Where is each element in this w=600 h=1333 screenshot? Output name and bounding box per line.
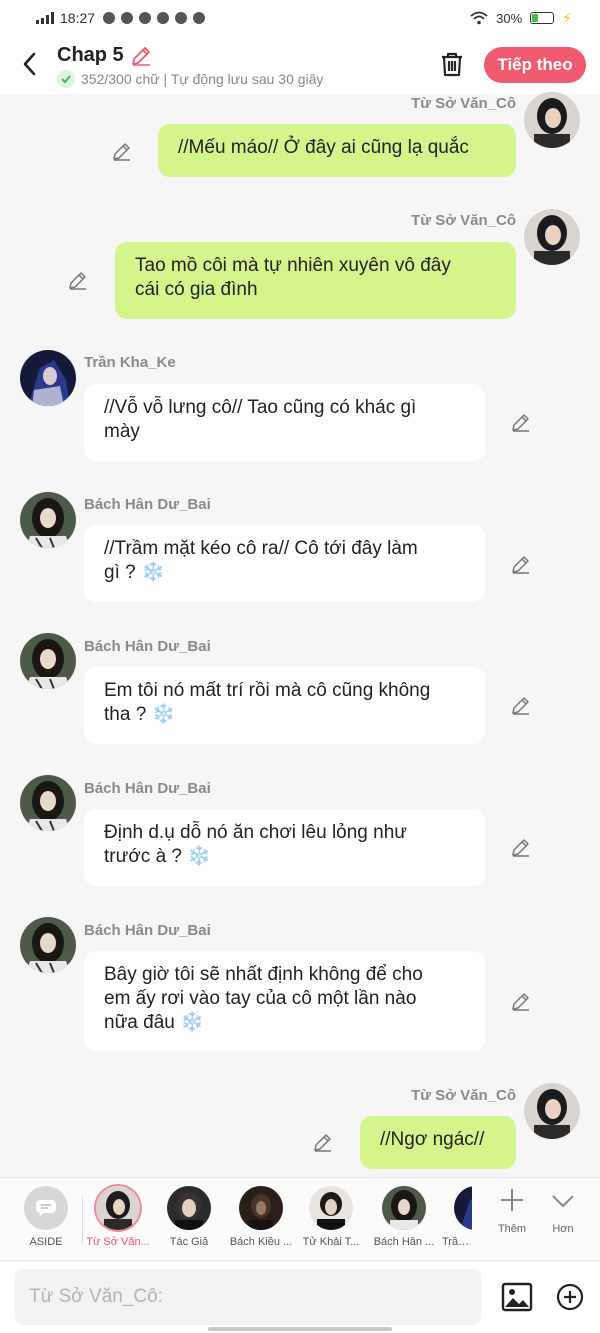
notification-icons: [103, 12, 206, 24]
message-text: //Ngơ ngác//: [380, 1129, 485, 1150]
message-input[interactable]: [15, 1269, 481, 1325]
message-text-line: //Vỗ vỗ lưng cô// Tao cũng có khác gì: [104, 397, 417, 418]
message-sender: Bách Hân Dư_Bai: [84, 780, 211, 797]
message-bubble[interactable]: //Trầm mặt kéo cô ra// Cô tới đây làm gì…: [84, 525, 485, 602]
message-text-line: gì ? ❄️: [104, 562, 165, 583]
avatar[interactable]: [20, 350, 76, 406]
editor-header: Chap 5 352/300 chữ | Tự động lưu sau 30 …: [0, 36, 600, 94]
pencil-icon[interactable]: [511, 991, 531, 1011]
battery-percent: 30%: [496, 10, 523, 26]
avatar: [96, 1186, 140, 1230]
character-item[interactable]: Tác Giả: [155, 1186, 223, 1248]
pencil-icon[interactable]: [68, 270, 88, 290]
message-bubble[interactable]: //Mếu máo// Ở đây ai cũng lạ quắc: [158, 124, 516, 177]
signal-icon: [36, 12, 54, 24]
message-text-line: em ấy rơi vào tay của cô một lần nào: [104, 988, 417, 1009]
character-selected[interactable]: Từ Sở Văn...: [84, 1186, 152, 1248]
message-sender: Bách Hân Dư_Bai: [84, 638, 211, 655]
avatar[interactable]: [524, 92, 580, 148]
input-bar: [0, 1262, 600, 1333]
message-bubble[interactable]: Bây giờ tôi sẽ nhất định không để cho em…: [84, 951, 485, 1051]
pencil-icon[interactable]: [313, 1132, 333, 1152]
pencil-icon[interactable]: [112, 141, 132, 161]
character-name: Bách Hân ...: [373, 1236, 435, 1248]
character-name: Tác Giả: [169, 1236, 209, 1248]
avatar[interactable]: [20, 492, 76, 548]
character-name: ASIDE: [29, 1236, 63, 1248]
autosave-status: 352/300 chữ | Tự động lưu sau 30 giây: [57, 70, 323, 88]
message-sender: Trần Kha_Ke: [84, 354, 176, 371]
message-text-line: Bây giờ tôi sẽ nhất định không để cho: [104, 964, 423, 985]
avatar[interactable]: [524, 1083, 580, 1139]
add-character-button[interactable]: Thêm: [487, 1186, 537, 1235]
pencil-icon[interactable]: [130, 45, 152, 67]
chapter-title[interactable]: Chap 5: [57, 44, 152, 67]
avatar[interactable]: [524, 209, 580, 265]
back-arrow-icon[interactable]: [18, 50, 42, 78]
chevron-down-icon: [552, 1195, 574, 1208]
battery-icon: [530, 12, 555, 24]
message-text-line: nữa đâu ❄️: [104, 1012, 204, 1033]
message-text-line: Em tôi nó mất trí rồi mà cô cũng không: [104, 680, 431, 701]
add-label: Thêm: [497, 1223, 527, 1235]
message-text-line: tha ? ❄️: [104, 704, 176, 725]
status-time: 18:27: [60, 10, 96, 26]
plus-icon: [501, 1189, 523, 1211]
avatar[interactable]: [20, 633, 76, 689]
charging-icon: ⚡: [562, 9, 572, 26]
message-text-line: Tao mồ côi mà tự nhiên xuyên vô đây: [135, 255, 451, 276]
message-sender: Bách Hân Dư_Bai: [84, 496, 211, 513]
message-sender: Từ Sở Văn_Cô: [411, 1087, 516, 1104]
avatar: [239, 1186, 283, 1230]
character-item[interactable]: Bách Kiều ...: [227, 1186, 295, 1248]
character-name: Bách Kiều ...: [229, 1236, 293, 1248]
character-item[interactable]: Bách Hân ...: [370, 1186, 438, 1248]
status-bar: 18:27 30% ⚡: [0, 0, 600, 36]
avatar: [167, 1186, 211, 1230]
message-bubble[interactable]: //Vỗ vỗ lưng cô// Tao cũng có khác gì mà…: [84, 384, 485, 461]
pencil-icon[interactable]: [511, 837, 531, 857]
message-text-line: //Trầm mặt kéo cô ra// Cô tới đây làm: [104, 538, 418, 559]
aside-chat-icon: [24, 1186, 68, 1230]
avatar[interactable]: [20, 917, 76, 973]
message-sender: Bách Hân Dư_Bai: [84, 922, 211, 939]
avatar: [382, 1186, 426, 1230]
avatar: [454, 1186, 472, 1230]
avatar[interactable]: [20, 775, 76, 831]
message-bubble[interactable]: Em tôi nó mất trí rồi mà cô cũng không t…: [84, 667, 485, 744]
more-label: Hơn: [552, 1223, 574, 1235]
message-text-line: cái có gia đình: [135, 279, 258, 300]
character-aside[interactable]: ASIDE: [12, 1186, 80, 1248]
pencil-icon[interactable]: [511, 412, 531, 432]
message-bubble[interactable]: Tao mồ côi mà tự nhiên xuyên vô đây cái …: [115, 242, 516, 319]
message-text-line: Định d.ụ dỗ nó ăn chơi lêu lỏng như: [104, 822, 407, 843]
character-item[interactable]: Tử Khải T...: [297, 1186, 365, 1248]
wifi-icon: [470, 11, 488, 25]
character-name: Trần ...: [442, 1236, 472, 1248]
word-count-text: 352/300 chữ | Tự động lưu sau 30 giây: [81, 71, 324, 87]
message-text-line: mày: [104, 421, 140, 442]
character-name: Tử Khải T...: [302, 1236, 360, 1248]
character-item[interactable]: Trần ...: [442, 1186, 472, 1248]
character-name: Từ Sở Văn...: [86, 1236, 150, 1248]
plus-circle-icon[interactable]: [556, 1283, 584, 1311]
message-sender: Từ Sở Văn_Cô: [411, 212, 516, 229]
message-bubble[interactable]: Định d.ụ dỗ nó ăn chơi lêu lỏng như trướ…: [84, 809, 485, 886]
message-text-line: trước à ? ❄️: [104, 846, 211, 867]
message-text: //Mếu máo// Ở đây ai cũng lạ quắc: [178, 137, 469, 158]
next-button[interactable]: Tiếp theo: [484, 47, 586, 83]
image-icon[interactable]: [501, 1282, 533, 1312]
message-bubble[interactable]: //Ngơ ngác//: [360, 1116, 516, 1169]
more-characters-button[interactable]: Hơn: [538, 1186, 588, 1235]
avatar: [309, 1186, 353, 1230]
home-indicator: [208, 1327, 392, 1331]
check-icon: [57, 70, 75, 88]
pencil-icon[interactable]: [511, 695, 531, 715]
character-bar: ASIDE Từ Sở Văn... Tác Giả Bách Kiều ...…: [0, 1177, 600, 1261]
divider: [82, 1196, 83, 1244]
message-sender: Từ Sở Văn_Cô: [411, 95, 516, 112]
trash-icon[interactable]: [438, 50, 466, 78]
chapter-title-text: Chap 5: [57, 44, 124, 66]
pencil-icon[interactable]: [511, 554, 531, 574]
